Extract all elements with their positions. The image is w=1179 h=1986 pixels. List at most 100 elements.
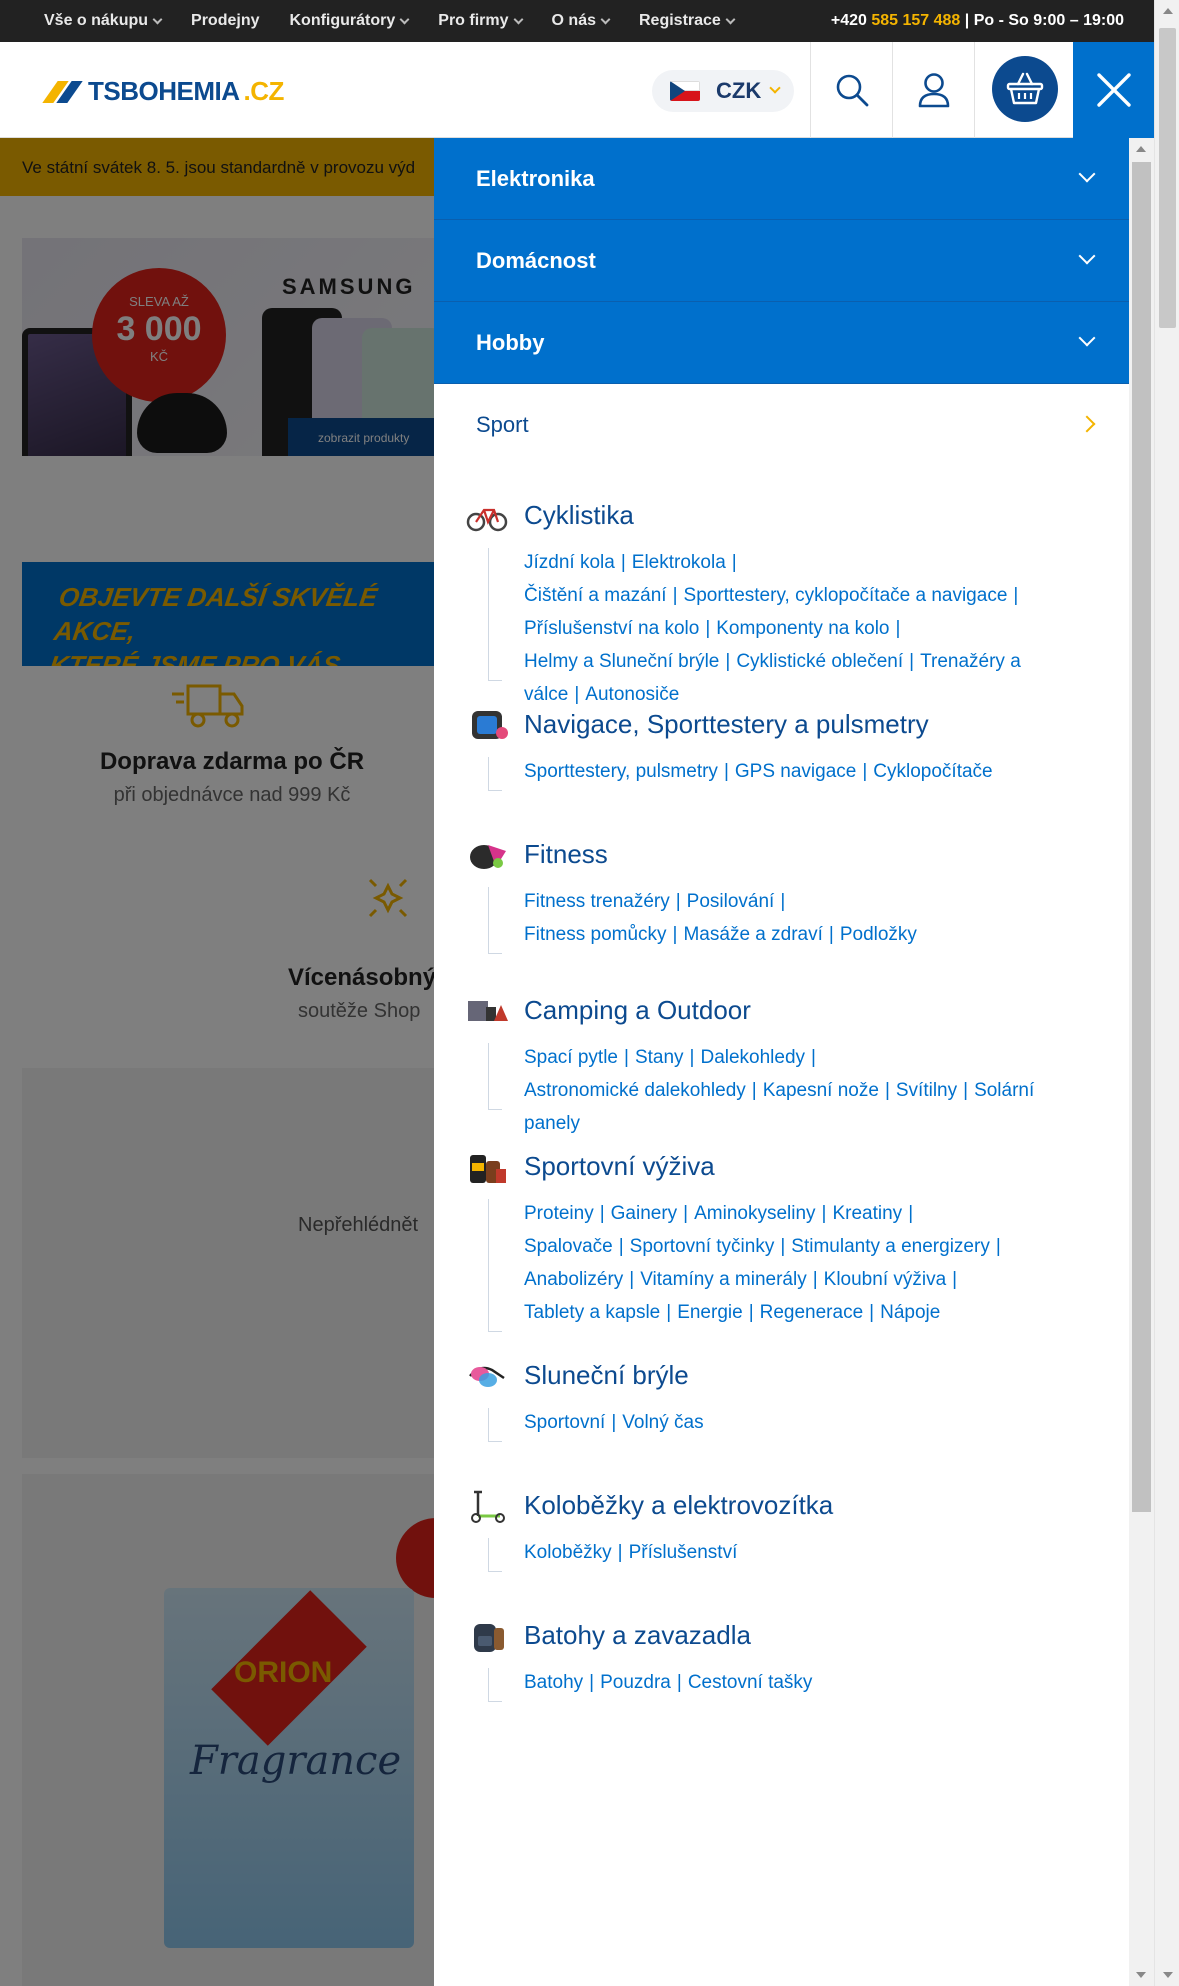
topnav-item-about-us[interactable]: O nás: [552, 12, 611, 30]
subcategory-link[interactable]: Sporttestery, pulsmetry: [524, 761, 718, 782]
topnav-item-configurators[interactable]: Konfigurátory: [289, 12, 410, 30]
tree-line: [488, 887, 489, 953]
subcategory-link[interactable]: Posilování: [687, 891, 775, 912]
topnav-label: Konfigurátory: [289, 12, 396, 29]
scroll-down-arrow-icon[interactable]: [1136, 1972, 1146, 1978]
topnav-item-about-shopping[interactable]: Vše o nákupu: [44, 12, 163, 30]
logo-tld: .CZ: [243, 76, 285, 106]
scroll-up-arrow-icon[interactable]: [1163, 8, 1173, 14]
subcategory-title-link[interactable]: Batohy a zavazadla: [524, 1620, 751, 1651]
subcategory-link[interactable]: Dalekohledy: [700, 1047, 805, 1068]
subcategory-title-link[interactable]: Sportovní výživa: [524, 1151, 715, 1182]
search-button[interactable]: [810, 42, 892, 138]
link-separator: |: [725, 651, 731, 672]
currency-label: CZK: [716, 78, 762, 103]
subcategory-link[interactable]: Fitness pomůcky: [524, 924, 667, 945]
subcategory-link[interactable]: Příslušenství: [629, 1542, 738, 1563]
subcategory-link[interactable]: Batohy: [524, 1672, 583, 1693]
link-separator: |: [884, 1080, 890, 1101]
subcategory-link[interactable]: Proteiny: [524, 1203, 594, 1224]
subcategory-link[interactable]: Spalovače: [524, 1236, 613, 1257]
subcategory-links: Proteiny | Gainery | Aminokyseliny | Kreatiny |…: [524, 1197, 1084, 1329]
scroll-up-arrow-icon[interactable]: [1136, 146, 1146, 152]
tree-line: [488, 1538, 489, 1571]
menu-category-hobby[interactable]: Hobby: [434, 302, 1129, 384]
menu-category-electronics[interactable]: Elektronika: [434, 138, 1129, 220]
link-separator: |: [963, 1080, 969, 1101]
subcategory-link[interactable]: Nápoje: [880, 1302, 940, 1323]
currency-selector[interactable]: CZK: [652, 70, 794, 112]
tree-line: [488, 1441, 502, 1442]
subcategory-link[interactable]: GPS navigace: [735, 761, 856, 782]
tree-line: [488, 1043, 489, 1109]
subcategory-title-link[interactable]: Sluneční brýle: [524, 1360, 689, 1391]
subcategory-link[interactable]: Sportovní tyčinky: [630, 1236, 775, 1257]
link-separator: |: [811, 1047, 816, 1068]
subcategory-link[interactable]: Kreatiny: [832, 1203, 902, 1224]
subcategory-link[interactable]: Regenerace: [760, 1302, 864, 1323]
subcategory-link[interactable]: Kapesní nože: [763, 1080, 879, 1101]
subcategory-link[interactable]: Helmy a Sluneční brýle: [524, 651, 719, 672]
account-button[interactable]: [892, 42, 974, 138]
subcategory-title-link[interactable]: Fitness: [524, 839, 608, 870]
phone-prefix: +420: [830, 12, 867, 29]
subcategory-link[interactable]: Volný čas: [622, 1412, 703, 1433]
menu-category-household[interactable]: Domácnost: [434, 220, 1129, 302]
link-separator: |: [629, 1269, 635, 1290]
menu-category-sport[interactable]: Sport: [434, 384, 1129, 466]
topnav-item-stores[interactable]: Prodejny: [191, 12, 259, 30]
subcategory-link[interactable]: Elektrokola: [632, 552, 726, 573]
menu-scrollbar-thumb[interactable]: [1132, 162, 1151, 1512]
subcategory-link[interactable]: Stimulanty a energizery: [791, 1236, 990, 1257]
subcategory-link[interactable]: Příslušenství na kolo: [524, 618, 699, 639]
link-separator: |: [731, 552, 737, 573]
subcategory-link[interactable]: Gainery: [611, 1203, 678, 1224]
page-scrollbar-thumb[interactable]: [1159, 28, 1176, 328]
topnav-item-registration[interactable]: Registrace: [639, 12, 736, 30]
chevron-down-icon: [1078, 247, 1096, 265]
subcategory-link[interactable]: Masáže a zdraví: [683, 924, 822, 945]
logo-text: TSBOHEMIA: [88, 76, 240, 106]
subcategory-link[interactable]: Aminokyseliny: [694, 1203, 815, 1224]
menu-scrollbar[interactable]: [1129, 138, 1154, 1986]
top-bar: Vše o nákupu Prodejny Konfigurátory Pro …: [0, 0, 1154, 42]
chevron-down-icon: [725, 14, 736, 24]
scroll-down-arrow-icon[interactable]: [1163, 1972, 1173, 1978]
subcategory-link[interactable]: Jízdní kola: [524, 552, 615, 573]
topnav-item-business[interactable]: Pro firmy: [438, 12, 523, 30]
subcategory-link[interactable]: Cyklistické oblečení: [736, 651, 903, 672]
subcategory-link[interactable]: Komponenty na kolo: [716, 618, 889, 639]
link-separator: |: [895, 618, 901, 639]
tree-line: [488, 1331, 502, 1332]
subcategory-link[interactable]: Koloběžky: [524, 1542, 612, 1563]
link-separator: |: [676, 1672, 682, 1693]
subcategory-link[interactable]: Sporttestery, cyklopočítače a navigace: [684, 585, 1008, 606]
subcategory-link[interactable]: Spací pytle: [524, 1047, 618, 1068]
link-separator: |: [862, 761, 868, 782]
basket-button[interactable]: [992, 56, 1058, 122]
subcategory-title-link[interactable]: Camping a Outdoor: [524, 995, 751, 1026]
page-scrollbar[interactable]: [1154, 0, 1179, 1986]
subcategory-link[interactable]: Podložky: [840, 924, 917, 945]
subcategory-link[interactable]: Cestovní tašky: [688, 1672, 813, 1693]
subcategory-link[interactable]: Vitamíny a minerály: [640, 1269, 807, 1290]
subcategory-link[interactable]: Fitness trenažéry: [524, 891, 670, 912]
site-logo[interactable]: TSBOHEMIA .CZ: [42, 76, 285, 107]
subcategory-link[interactable]: Stany: [635, 1047, 684, 1068]
subcategory-title-link[interactable]: Navigace, Sporttestery a pulsmetry: [524, 709, 929, 740]
subcategory-link[interactable]: Autonosiče: [585, 684, 679, 705]
subcategory-link[interactable]: Tablety a kapsle: [524, 1302, 660, 1323]
subcategory-link[interactable]: Svítilny: [896, 1080, 957, 1101]
close-menu-button[interactable]: [1073, 42, 1154, 138]
subcategory-title-link[interactable]: Cyklistika: [524, 500, 634, 531]
contact-phone[interactable]: +420 585 157 488 | Po - So 9:00 – 19:00: [831, 12, 1124, 30]
subcategory-title-link[interactable]: Koloběžky a elektrovozítka: [524, 1490, 833, 1521]
subcategory-link[interactable]: Anabolizéry: [524, 1269, 623, 1290]
subcategory-link[interactable]: Cyklopočítače: [873, 761, 992, 782]
subcategory-link[interactable]: Energie: [677, 1302, 743, 1323]
subcategory-link[interactable]: Pouzdra: [600, 1672, 671, 1693]
subcategory-link[interactable]: Astronomické dalekohledy: [524, 1080, 746, 1101]
subcategory-link[interactable]: Sportovní: [524, 1412, 605, 1433]
subcategory-link[interactable]: Čištění a mazání: [524, 585, 667, 606]
subcategory-link[interactable]: Kloubní výživa: [824, 1269, 947, 1290]
